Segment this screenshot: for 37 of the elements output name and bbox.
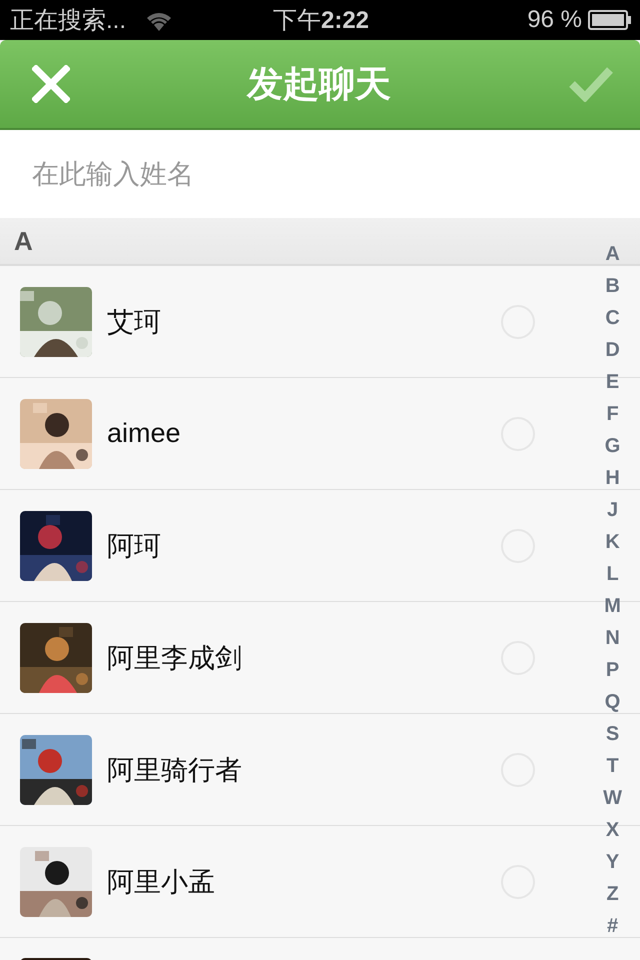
index-letter[interactable]: Y <box>606 848 620 880</box>
contact-name[interactable]: 阿里小孟 <box>107 864 486 900</box>
index-letter[interactable]: E <box>606 368 620 400</box>
index-letter[interactable]: A <box>605 240 620 272</box>
window-title: 发起聊天 <box>247 62 391 106</box>
index-letter[interactable]: L <box>606 560 619 592</box>
index-letter[interactable]: B <box>605 272 620 304</box>
contact-name[interactable]: 阿珂 <box>107 528 486 564</box>
index-letter[interactable]: H <box>605 464 620 496</box>
index-letter[interactable]: K <box>605 528 620 560</box>
index-letter[interactable]: W <box>603 784 622 816</box>
index-letter[interactable]: D <box>605 336 620 368</box>
name-search-field[interactable]: 在此输入姓名 <box>0 130 640 218</box>
check-icon[interactable] <box>568 66 614 102</box>
index-letter[interactable]: T <box>606 752 619 784</box>
section-header: A <box>14 226 33 256</box>
close-icon[interactable] <box>32 65 70 103</box>
index-letter[interactable]: Q <box>604 688 620 720</box>
index-letter[interactable]: G <box>604 432 620 464</box>
index-letter[interactable]: M <box>604 592 621 624</box>
contact-name[interactable]: aimee <box>107 418 486 449</box>
battery-percent: 96 % <box>527 6 582 34</box>
index-letter[interactable]: P <box>606 656 620 688</box>
index-letter[interactable]: C <box>605 304 620 336</box>
index-letter[interactable]: X <box>606 816 620 848</box>
index-letter[interactable]: N <box>605 624 620 656</box>
contact-name[interactable]: 艾珂 <box>107 304 486 340</box>
carrier-status: 正在搜索... <box>10 6 126 36</box>
index-letter[interactable]: J <box>606 496 618 528</box>
contact-name[interactable]: 阿里骑行者 <box>107 752 486 788</box>
index-letter[interactable]: F <box>606 400 619 432</box>
battery-icon <box>588 10 632 30</box>
clock: 下午2:22 <box>272 6 370 36</box>
index-letter[interactable]: # <box>606 912 618 944</box>
contact-name[interactable]: 阿里李成剑 <box>107 640 486 676</box>
index-letter[interactable]: Z <box>606 880 619 912</box>
index-letter[interactable]: S <box>606 720 620 752</box>
